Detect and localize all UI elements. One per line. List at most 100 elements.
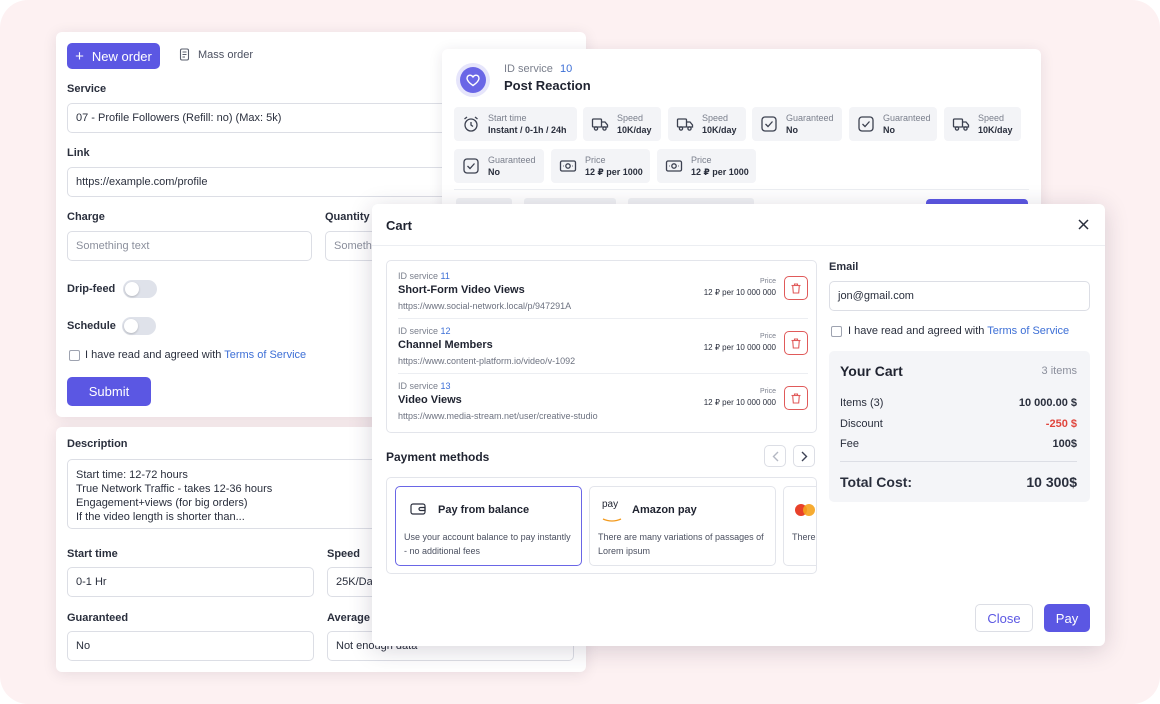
payment-method-amazon[interactable]: pay Amazon pay There are many variations…	[589, 486, 776, 566]
chip-value: 12 ₽ per 1000	[691, 166, 749, 177]
id-label: ID service	[398, 271, 439, 281]
cart-item-price-label: Price	[760, 388, 776, 395]
chip-label: Guaranteed	[883, 113, 931, 123]
truck-icon	[676, 118, 694, 131]
chip-label: Price	[691, 154, 712, 165]
cart-item-id: ID service 11	[398, 271, 450, 281]
chip-label: Start time	[488, 113, 527, 123]
chip-guaranteed: Guaranteed No	[849, 107, 937, 141]
cart-item: ID service 13 Video Views https://www.me…	[398, 371, 808, 425]
banknote-icon	[665, 160, 683, 172]
email-input[interactable]: jon@gmail.com	[829, 281, 1090, 311]
payment-methods-title: Payment methods	[386, 450, 490, 464]
id-value: 12	[440, 326, 451, 336]
cart-header: Cart	[372, 204, 1105, 246]
mass-order-tab[interactable]: Mass order	[179, 48, 253, 61]
start-time-label: Start time	[67, 548, 118, 560]
service-avatar	[456, 63, 490, 97]
guaranteed-field[interactable]: No	[67, 631, 314, 661]
chip-guaranteed: Guaranteed No	[752, 107, 842, 141]
chip-start-time: Start time Instant / 0-1h / 24h	[454, 107, 577, 141]
summary-item-count: 3 items	[1041, 365, 1077, 377]
payment-next-button[interactable]	[793, 445, 815, 467]
amazon-pay-logo: pay	[602, 500, 624, 528]
chip-value: 10K/day	[702, 125, 737, 135]
charge-input[interactable]: Something text	[67, 231, 312, 261]
guaranteed-label: Guaranteed	[67, 612, 129, 624]
chip-speed: Speed 10K/day	[944, 107, 1021, 141]
cart-item-url: https://www.content-platform.io/video/v-…	[398, 356, 576, 366]
cart-terms-checkbox[interactable]	[831, 326, 842, 337]
alarm-clock-icon	[464, 116, 478, 132]
trash-icon	[791, 392, 801, 404]
chip-value: 12 ₽ per 1000	[585, 166, 643, 177]
new-order-tab[interactable]: + New order	[67, 43, 160, 69]
chevron-right-icon	[801, 451, 807, 461]
summary-fee-row: Fee 100$	[840, 438, 1077, 450]
remove-item-button[interactable]	[784, 276, 808, 300]
service-id-value: 10	[559, 63, 573, 75]
chip-value: Instant / 0-1h / 24h	[488, 125, 567, 135]
chip-speed: Speed 10K/day	[583, 107, 661, 141]
summary-divider	[840, 461, 1077, 462]
payment-method-description: Use your account balance to pay instantl…	[404, 532, 571, 556]
chip-guaranteed: Guaranteed No	[454, 149, 544, 183]
charge-label: Charge	[67, 211, 105, 223]
total-value: 10 300$	[1026, 474, 1077, 490]
check-square-icon	[858, 116, 874, 132]
payment-method-mastercard[interactable]: There are many variations of Lorem	[783, 486, 816, 566]
chip-value: No	[883, 125, 895, 135]
remove-item-button[interactable]	[784, 386, 808, 410]
terms-link[interactable]: Terms of Service	[224, 349, 306, 361]
payment-method-balance[interactable]: Pay from balance Use your account balanc…	[395, 486, 582, 566]
submit-button[interactable]: Submit	[67, 377, 151, 406]
chip-label: Speed	[702, 113, 729, 123]
start-time-field[interactable]: 0-1 Hr	[67, 567, 314, 597]
cart-summary: Your Cart 3 items Items (3) 10 000.00 $ D…	[829, 351, 1090, 502]
agree-text: I have read and agreed with	[848, 325, 985, 337]
cart-item-id: ID service 13	[398, 381, 451, 391]
chip-price: Price 12 ₽ per 1000	[657, 149, 756, 183]
description-label: Description	[67, 438, 128, 450]
remove-item-button[interactable]	[784, 331, 808, 355]
close-button[interactable]: Close	[975, 604, 1033, 632]
schedule-toggle[interactable]	[122, 317, 156, 335]
terms-agreement: I have read and agreed with Terms of Ser…	[85, 349, 306, 361]
payment-method-title: Pay from balance	[438, 504, 530, 516]
cart-item-name: Short-Form Video Views	[398, 284, 525, 296]
terms-checkbox[interactable]	[69, 350, 80, 361]
new-order-label: New order	[91, 48, 152, 64]
chip-value: 10K/day	[617, 125, 652, 135]
drip-feed-toggle[interactable]	[123, 280, 157, 298]
cart-item-price: 12 ₽ per 10 000 000	[703, 288, 776, 297]
email-label: Email	[829, 261, 859, 273]
cart-item-price-label: Price	[760, 278, 776, 285]
check-square-icon	[761, 116, 777, 132]
cart-item-url: https://www.media-stream.net/user/creati…	[398, 411, 598, 421]
heart-icon	[466, 73, 480, 86]
fee-value: 100$	[1052, 438, 1077, 450]
chip-value: No	[488, 167, 500, 177]
payment-methods-carousel: Pay from balance Use your account balanc…	[386, 477, 817, 574]
pay-button[interactable]: Pay	[1044, 604, 1090, 632]
fee-label: Fee	[840, 438, 859, 450]
quantity-label: Quantity	[325, 211, 370, 223]
cart-item: ID service 11 Short-Form Video Views htt…	[398, 261, 808, 315]
summary-items-row: Items (3) 10 000.00 $	[840, 397, 1077, 409]
id-label: ID service	[398, 381, 439, 391]
cart-item-price-label: Price	[760, 333, 776, 340]
terms-link[interactable]: Terms of Service	[987, 325, 1069, 337]
truck-icon	[952, 118, 970, 131]
close-icon[interactable]	[1078, 219, 1089, 230]
summary-title: Your Cart	[840, 363, 903, 379]
total-label: Total Cost:	[840, 474, 913, 490]
payment-method-description: There are many variations of Lorem	[792, 532, 816, 542]
id-value: 11	[440, 271, 450, 281]
cart-item: ID service 12 Channel Members https://ww…	[398, 316, 808, 370]
chip-speed: Speed 10K/day	[668, 107, 746, 141]
payment-prev-button[interactable]	[764, 445, 786, 467]
cart-item-name: Channel Members	[398, 339, 493, 351]
drip-feed-label: Drip-feed	[67, 283, 116, 295]
cart-item-price: 12 ₽ per 10 000 000	[703, 398, 776, 407]
chip-label: Speed	[617, 113, 644, 123]
